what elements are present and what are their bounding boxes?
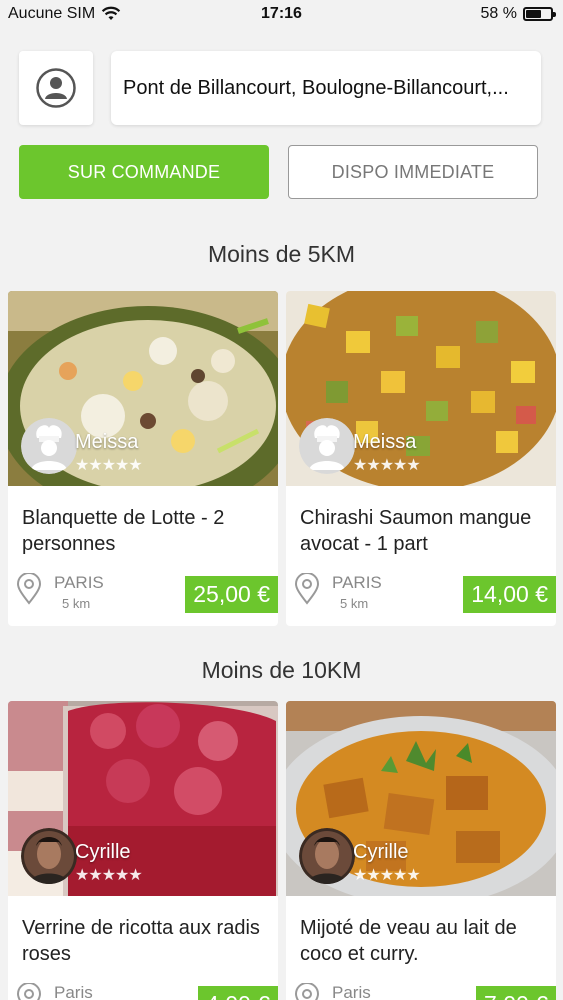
section-title: Moins de 10KM <box>201 657 362 683</box>
address-field[interactable]: Pont de Billancourt, Boulogne-Billancour… <box>111 51 541 125</box>
city-label: Paris <box>54 983 93 1000</box>
chef-avatar <box>21 418 77 474</box>
tab-sur-commande[interactable]: SUR COMMANDE <box>19 145 269 199</box>
tab-label: SUR COMMANDE <box>67 161 221 182</box>
dish-card[interactable]: Meissa ★★★★★ Chirashi Saumon mangue avoc… <box>286 291 556 626</box>
chef-name: Meissa <box>75 431 139 453</box>
battery-area: 58 % <box>480 5 556 23</box>
city-label: PARIS <box>54 573 104 592</box>
city-label: Paris <box>332 983 371 1000</box>
dish-title: Blanquette de Lotte - 2 personnes <box>22 507 225 555</box>
city-label: PARIS <box>332 573 382 592</box>
tab-dispo-immediate[interactable]: DISPO IMMEDIATE <box>288 145 538 199</box>
chef-avatar <box>21 828 77 884</box>
rating-stars: ★★★★★ <box>75 457 143 474</box>
battery-icon <box>523 7 556 21</box>
dish-card[interactable]: Cyrille ★★★★★ Verrine de ricotta aux rad… <box>8 701 278 1000</box>
chef-name: Cyrille <box>353 841 409 863</box>
dish-title: Chirashi Saumon mangue avocat - 1 part <box>300 507 532 555</box>
dish-card[interactable]: Meissa ★★★★★ Blanquette de Lotte - 2 per… <box>8 291 278 626</box>
distance-label: 5 km <box>340 596 369 611</box>
profile-button[interactable] <box>19 51 93 125</box>
price-badge: 4,00 € <box>198 986 278 1000</box>
price-badge: 7,00 € <box>476 986 556 1000</box>
location-pin-icon <box>16 573 42 605</box>
dish-card[interactable]: Cyrille ★★★★★ Mijoté de veau au lait de … <box>286 701 556 1000</box>
location-pin-icon <box>16 983 42 1000</box>
location-pin-icon <box>294 983 320 1000</box>
battery-percent: 58 % <box>480 5 517 22</box>
status-bar: Aucune SIM 17:16 58 % <box>0 0 563 30</box>
rating-stars: ★★★★★ <box>75 867 143 884</box>
price-badge: 25,00 € <box>185 576 278 613</box>
clock: 17:16 <box>261 5 302 22</box>
dish-title: Verrine de ricotta aux radis roses <box>22 917 260 965</box>
user-icon <box>36 68 76 108</box>
price-badge: 14,00 € <box>463 576 556 613</box>
tab-label: DISPO IMMEDIATE <box>331 161 495 182</box>
chef-name: Cyrille <box>75 841 131 863</box>
rating-stars: ★★★★★ <box>353 457 421 474</box>
rating-stars: ★★★★★ <box>353 867 421 884</box>
chef-avatar <box>299 418 355 474</box>
section-title: Moins de 5KM <box>207 241 355 267</box>
dish-title: Mijoté de veau au lait de coco et curry. <box>300 917 517 965</box>
distance-label: 5 km <box>62 596 91 611</box>
chef-avatar <box>299 828 355 884</box>
battery-level <box>526 10 542 18</box>
location-pin-icon <box>294 573 320 605</box>
address-text: Pont de Billancourt, Boulogne-Billancour… <box>123 76 509 99</box>
chef-name: Meissa <box>353 431 417 453</box>
